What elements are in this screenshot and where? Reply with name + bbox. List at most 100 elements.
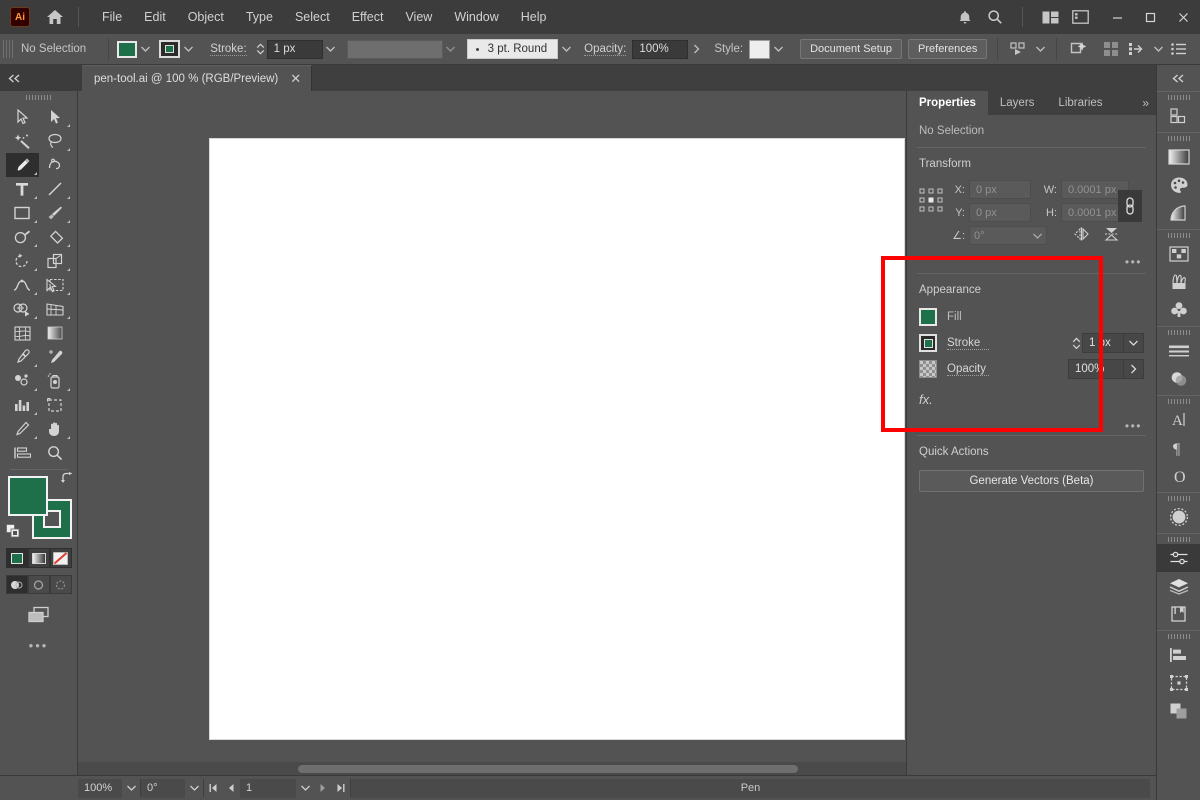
brushes-panel-icon[interactable] (1157, 268, 1200, 296)
variable-width-profile-field[interactable] (346, 39, 443, 59)
dock-group-grip[interactable] (1157, 230, 1200, 240)
image-trace-icon[interactable] (1157, 503, 1200, 531)
artboard-tool[interactable] (39, 393, 72, 417)
next-artboard-icon[interactable] (314, 779, 332, 798)
menu-item-type[interactable]: Type (235, 6, 284, 28)
graphic-style-swatch[interactable] (749, 39, 771, 59)
color-guide-icon[interactable] (1157, 199, 1200, 227)
rotation-chevron-down-icon[interactable] (185, 779, 203, 798)
draw-inside-button[interactable] (49, 575, 72, 594)
color-panel-icon[interactable] (1157, 171, 1200, 199)
angle-input[interactable]: 0° (969, 226, 1047, 245)
search-icon[interactable] (980, 0, 1010, 34)
x-input[interactable]: 0 px (969, 180, 1031, 199)
app-logo-icon[interactable]: Ai (10, 7, 30, 27)
tab-libraries[interactable]: Libraries (1046, 91, 1114, 115)
select-similar-chevron-down-icon[interactable] (1032, 39, 1048, 59)
menu-item-edit[interactable]: Edit (133, 6, 177, 28)
shaper-tool[interactable] (6, 225, 39, 249)
stroke-weight-label[interactable]: Stroke: (210, 43, 247, 56)
eraser-tool[interactable] (39, 225, 72, 249)
shape-builder-tool[interactable] (6, 297, 39, 321)
eyedropper-tool[interactable] (6, 345, 39, 369)
rotation-control[interactable]: 0° (141, 778, 204, 798)
appearance-more-button[interactable]: ••• (907, 417, 1156, 433)
document-tab[interactable]: pen-tool.ai @ 100 % (RGB/Preview) ✕ (82, 65, 313, 91)
style-chevron-down-icon[interactable] (770, 39, 786, 59)
menu-item-effect[interactable]: Effect (341, 6, 395, 28)
color-swatch-mode-button[interactable] (5, 548, 28, 568)
preferences-button[interactable]: Preferences (908, 39, 988, 59)
align-icon[interactable] (1124, 37, 1150, 61)
appearance-stroke-swatch[interactable] (919, 334, 937, 352)
appearance-stroke-weight-input[interactable]: 1 px (1082, 333, 1124, 353)
pen-tool[interactable] (5, 153, 39, 177)
control-bar-grip[interactable] (3, 40, 13, 58)
symbols-panel-icon[interactable] (1157, 296, 1200, 324)
stroke-weight-stepper[interactable] (1070, 333, 1082, 353)
none-mode-button[interactable] (49, 548, 72, 568)
character-panel-icon[interactable]: A (1157, 406, 1200, 434)
brush-chevron-down-icon[interactable] (558, 39, 574, 59)
arrange-grid-icon[interactable] (1098, 37, 1124, 61)
dock-group-grip[interactable] (1157, 631, 1200, 641)
swatches-panel-icon[interactable] (1157, 240, 1200, 268)
asset-export-icon[interactable] (1157, 102, 1200, 130)
stroke-weight-stepper[interactable] (255, 39, 267, 59)
previous-artboard-icon[interactable] (222, 779, 240, 798)
selection-tool[interactable] (6, 105, 39, 129)
maximize-button[interactable] (1134, 0, 1167, 34)
transform-panel-icon[interactable] (1157, 669, 1200, 697)
zoom-tool[interactable] (39, 441, 72, 465)
recolor-artwork-icon[interactable] (1065, 37, 1091, 61)
link-wh-icon[interactable] (1118, 190, 1142, 222)
options-menu-icon[interactable] (1166, 37, 1192, 61)
minimize-button[interactable] (1101, 0, 1134, 34)
dock-group-grip[interactable] (1157, 133, 1200, 143)
paragraph-panel-icon[interactable]: ¶ (1157, 434, 1200, 462)
draw-behind-button[interactable] (27, 575, 50, 594)
symbol-shifter-tool[interactable] (39, 369, 72, 393)
blend-tool[interactable] (39, 345, 72, 369)
close-button[interactable] (1167, 0, 1200, 34)
opacity-input[interactable]: 100% (632, 39, 689, 59)
tab-properties[interactable]: Properties (907, 91, 988, 115)
direct-selection-tool[interactable] (39, 105, 72, 129)
toolbar-collapse-button[interactable] (0, 65, 82, 91)
swap-fill-stroke-icon[interactable] (60, 472, 74, 489)
scale-tool[interactable] (39, 249, 72, 273)
draw-normal-button[interactable] (5, 575, 28, 594)
stroke-weight-chevron-down-icon[interactable] (1124, 333, 1144, 353)
gradient-mode-button[interactable] (27, 548, 50, 568)
curvature-tool[interactable] (39, 153, 72, 177)
dock-group-grip[interactable] (1157, 493, 1200, 503)
dock-collapse-button[interactable] (1157, 65, 1200, 91)
menu-item-help[interactable]: Help (510, 6, 558, 28)
artboard-chevron-down-icon[interactable] (296, 779, 314, 798)
properties-panel-icon[interactable] (1157, 544, 1200, 572)
glyphs-panel-icon[interactable]: O (1157, 462, 1200, 490)
magic-wand-tool[interactable] (6, 129, 39, 153)
zoom-level-value[interactable]: 100% (78, 778, 122, 798)
fx-button[interactable]: fx. (907, 388, 1156, 417)
stroke-weight-input[interactable]: 1 px (266, 39, 323, 59)
generate-vectors-button[interactable]: Generate Vectors (Beta) (919, 470, 1144, 492)
menu-item-view[interactable]: View (394, 6, 443, 28)
menu-item-window[interactable]: Window (443, 6, 509, 28)
tools-panel-grip[interactable] (0, 91, 77, 103)
measure-tool[interactable] (6, 441, 39, 465)
stroke-panel-icon[interactable] (1157, 337, 1200, 365)
column-graph-tool[interactable] (6, 393, 39, 417)
lasso-tool[interactable] (39, 129, 72, 153)
stroke-chevron-down-icon[interactable] (180, 39, 196, 59)
rotation-value[interactable]: 0° (141, 778, 185, 798)
stroke-color-swatch[interactable] (159, 40, 181, 58)
opacity-label[interactable]: Opacity: (584, 43, 627, 56)
hand-tool[interactable] (39, 417, 72, 441)
libraries-panel-icon[interactable] (1157, 600, 1200, 628)
zoom-level-control[interactable]: 100% (78, 778, 141, 798)
paintbrush-tool[interactable] (39, 201, 72, 225)
current-tool-indicator[interactable]: Pen (351, 778, 1150, 798)
symbol-sprayer-tool[interactable] (6, 369, 39, 393)
panel-overflow-icon[interactable]: » (1142, 91, 1156, 115)
